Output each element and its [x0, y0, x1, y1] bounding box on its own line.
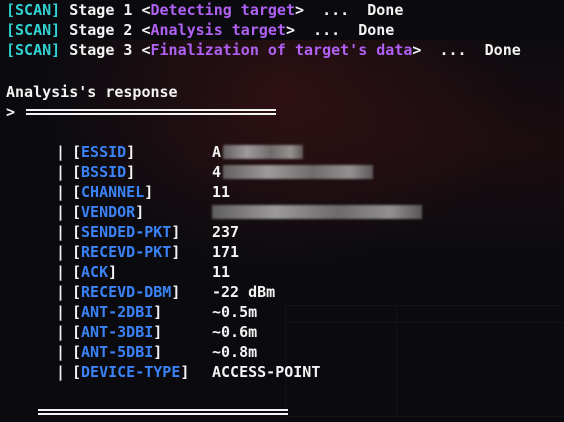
scan-tag: [SCAN]	[6, 1, 61, 19]
field-ant-5dbi: | [ANT-5DBI] ~0.8m	[6, 342, 558, 362]
field-pipe: |	[56, 143, 66, 161]
field-key-wrapper: [DEVICE-TYPE]	[72, 363, 190, 381]
field-pipe: |	[56, 323, 66, 341]
scan-line-2: [SCAN] Stage 2 <Analysis target> ... Don…	[6, 20, 558, 40]
field-pipe: |	[56, 223, 66, 241]
redacted-value	[223, 165, 374, 179]
scan-dots: ...	[313, 21, 341, 39]
field-pipe: |	[56, 243, 66, 261]
field-value: A	[212, 143, 222, 161]
field-key-wrapper: [ESSID]	[72, 143, 136, 161]
field-key: ESSID	[81, 143, 127, 161]
field-key-wrapper: [ACK]	[72, 263, 118, 281]
field-value: -22 dBm	[212, 283, 276, 301]
field-pipe: |	[56, 363, 66, 381]
field-key: VENDOR	[81, 203, 136, 221]
scan-stage: Stage 2	[69, 21, 133, 39]
field-key-wrapper: [RECEVD-DBM]	[72, 283, 181, 301]
field-key-wrapper: [CHANNEL]	[72, 183, 154, 201]
field-value: ~0.6m	[212, 323, 258, 341]
terminal-output: [SCAN] Stage 1 <Detecting target> ... Do…	[6, 0, 558, 422]
field-pipe: |	[56, 203, 66, 221]
field-key: DEVICE-TYPE	[81, 363, 181, 381]
double-rule-top	[26, 109, 276, 115]
field-key: SENDED-PKT	[81, 223, 172, 241]
angle-open: <	[141, 1, 151, 19]
angle-open: <	[141, 41, 151, 59]
response-title: Analysis's response	[6, 83, 178, 101]
scan-status: Done	[484, 41, 521, 59]
field-key-wrapper: [RECEVD-PKT]	[72, 243, 181, 261]
redacted-value	[223, 145, 304, 159]
scan-dots: ...	[439, 41, 467, 59]
field-pipe: |	[56, 183, 66, 201]
response-prompt-row: >	[6, 102, 558, 122]
scan-task: Finalization of target's data	[150, 41, 413, 59]
field-device-type: | [DEVICE-TYPE] ACCESS-POINT	[6, 362, 558, 382]
field-recevd-dbm: | [RECEVD-DBM] -22 dBm	[6, 282, 558, 302]
scan-line-3: [SCAN] Stage 3 <Finalization of target's…	[6, 40, 558, 60]
bottom-rule-row	[6, 402, 558, 422]
field-key-wrapper: [VENDOR]	[72, 203, 145, 221]
scan-tag: [SCAN]	[6, 21, 61, 39]
field-value: ~0.5m	[212, 303, 258, 321]
field-key-wrapper: [SENDED-PKT]	[72, 223, 181, 241]
target-fields-list: | [ESSID] A | [BSSID] 4 | [CHANNEL] 11 |…	[6, 142, 558, 382]
prompt-symbol: >	[6, 103, 16, 121]
scan-dots: ...	[322, 1, 350, 19]
field-key: ANT-3DBI	[81, 323, 154, 341]
field-pipe: |	[56, 263, 66, 281]
scan-stage: Stage 1	[69, 1, 133, 19]
angle-open: <	[141, 21, 151, 39]
field-key-wrapper: [ANT-2DBI]	[72, 303, 163, 321]
field-key: CHANNEL	[81, 183, 145, 201]
field-channel: | [CHANNEL] 11	[6, 182, 558, 202]
scan-tag: [SCAN]	[6, 41, 61, 59]
scan-stage: Stage 3	[69, 41, 133, 59]
scan-line-1: [SCAN] Stage 1 <Detecting target> ... Do…	[6, 0, 558, 20]
double-rule-bottom	[38, 409, 288, 415]
field-pipe: |	[56, 303, 66, 321]
angle-close: >	[295, 1, 305, 19]
field-key: ACK	[81, 263, 109, 281]
angle-close: >	[285, 21, 295, 39]
field-pipe: |	[56, 163, 66, 181]
field-value: ACCESS-POINT	[212, 363, 321, 381]
field-key: ANT-5DBI	[81, 343, 154, 361]
field-vendor: | [VENDOR]	[6, 202, 558, 222]
field-essid: | [ESSID] A	[6, 142, 558, 162]
field-key-wrapper: [ANT-3DBI]	[72, 323, 163, 341]
field-value: 11	[212, 263, 231, 281]
scan-status: Done	[367, 1, 404, 19]
field-value: 11	[212, 183, 231, 201]
scan-task: Analysis target	[150, 21, 286, 39]
redacted-value	[212, 205, 422, 219]
field-pipe: |	[56, 283, 66, 301]
field-ant-3dbi: | [ANT-3DBI] ~0.6m	[6, 322, 558, 342]
field-key: ANT-2DBI	[81, 303, 154, 321]
field-sended-pkt: | [SENDED-PKT] 237	[6, 222, 558, 242]
field-value: 171	[212, 243, 240, 261]
field-ant-2dbi: | [ANT-2DBI] ~0.5m	[6, 302, 558, 322]
field-recevd-pkt: | [RECEVD-PKT] 171	[6, 242, 558, 262]
field-value: 4	[212, 163, 222, 181]
field-value: ~0.8m	[212, 343, 258, 361]
scan-status: Done	[358, 21, 395, 39]
field-key-wrapper: [BSSID]	[72, 163, 136, 181]
scan-task: Detecting target	[150, 1, 296, 19]
angle-close: >	[412, 41, 422, 59]
field-key: RECEVD-PKT	[81, 243, 172, 261]
field-pipe: |	[56, 343, 66, 361]
field-key: BSSID	[81, 163, 127, 181]
field-key-wrapper: [ANT-5DBI]	[72, 343, 163, 361]
field-value: 237	[212, 223, 240, 241]
field-ack: | [ACK] 11	[6, 262, 558, 282]
field-bssid: | [BSSID] 4	[6, 162, 558, 182]
field-key: RECEVD-DBM	[81, 283, 172, 301]
